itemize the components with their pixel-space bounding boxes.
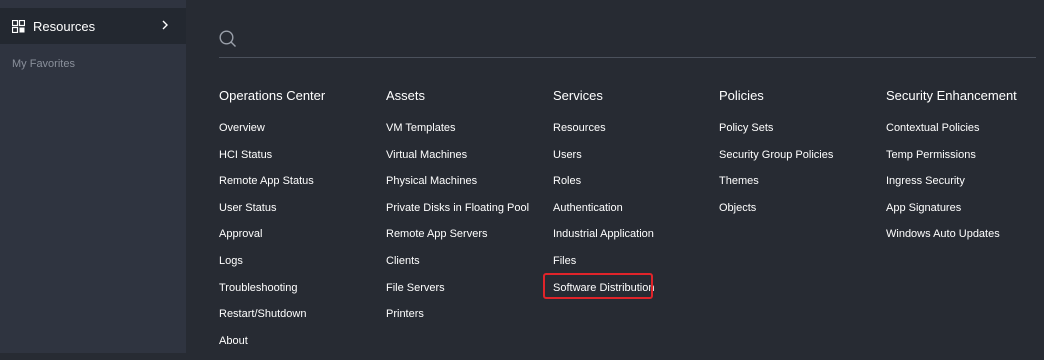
menu-list: Overview HCI Status Remote App Status Us… [219,121,314,360]
menu-item-policy-sets[interactable]: Policy Sets [719,121,833,148]
menu-item-remote-app-servers[interactable]: Remote App Servers [386,227,529,254]
menu-column-services: Services Resources Users Roles Authentic… [543,88,655,299]
menu-item-about[interactable]: About [219,334,314,360]
menu-item-software-distribution[interactable]: Software Distribution [543,272,655,308]
menu-item-virtual-machines[interactable]: Virtual Machines [386,148,529,175]
menu-item-objects[interactable]: Objects [719,201,833,228]
menu-item-app-signatures[interactable]: App Signatures [886,201,1000,228]
menu-item-hci-status[interactable]: HCI Status [219,148,314,175]
menu-item-logs[interactable]: Logs [219,254,314,281]
sidebar: Resources My Favorites [0,0,186,353]
menu-item-roles[interactable]: Roles [553,174,655,201]
column-title: Services [553,88,603,103]
highlight-box [543,272,653,299]
column-title: Policies [719,88,764,103]
menu-column-policies: Policies Policy Sets Security Group Poli… [719,88,833,214]
sidebar-item-resources[interactable]: Resources [0,8,186,44]
menu-item-overview[interactable]: Overview [219,121,314,148]
menu-column-assets: Assets VM Templates Virtual Machines Phy… [386,88,529,320]
menu-column-security-enhancement: Security Enhancement Contextual Policies… [886,88,1017,240]
menu-list: Resources Users Roles Authentication Ind… [543,121,655,308]
menu-item-ingress-security[interactable]: Ingress Security [886,174,1000,201]
menu-item-remote-app-status[interactable]: Remote App Status [219,174,314,201]
menu-list: Contextual Policies Temp Permissions Ing… [886,121,1000,254]
search-bar [219,30,1036,58]
menu-item-contextual-policies[interactable]: Contextual Policies [886,121,1000,148]
menu-list: VM Templates Virtual Machines Physical M… [386,121,529,334]
menu-item-printers[interactable]: Printers [386,307,529,334]
menu-item-clients[interactable]: Clients [386,254,529,281]
menu-item-windows-auto-updates[interactable]: Windows Auto Updates [886,227,1000,254]
menu-item-troubleshooting[interactable]: Troubleshooting [219,281,314,308]
menu-item-private-disks[interactable]: Private Disks in Floating Pool [386,201,529,228]
menu-item-resources[interactable]: Resources [553,121,655,148]
column-title: Assets [386,88,426,103]
search-input[interactable] [247,30,1031,52]
menu-item-file-servers[interactable]: File Servers [386,281,529,308]
menu-item-users[interactable]: Users [553,148,655,175]
grid-icon [12,19,25,33]
menu-item-security-group-policies[interactable]: Security Group Policies [719,148,833,175]
menu-list: Policy Sets Security Group Policies Them… [719,121,833,227]
column-title: Security Enhancement [886,88,1017,103]
menu-item-vm-templates[interactable]: VM Templates [386,121,529,148]
my-favorites-label[interactable]: My Favorites [12,58,75,70]
menu-item-industrial-application[interactable]: Industrial Application [553,227,655,254]
column-title: Operations Center [219,88,326,103]
menu-item-temp-permissions[interactable]: Temp Permissions [886,148,1000,175]
menu-item-themes[interactable]: Themes [719,174,833,201]
menu-column-operations-center: Operations Center Overview HCI Status Re… [219,88,326,347]
menu-item-user-status[interactable]: User Status [219,201,314,228]
sidebar-item-label: Resources [33,18,96,34]
menu-item-physical-machines[interactable]: Physical Machines [386,174,529,201]
menu-item-restart-shutdown[interactable]: Restart/Shutdown [219,307,314,334]
chevron-right-icon[interactable] [160,18,170,32]
menu-item-approval[interactable]: Approval [219,227,314,254]
menu-item-authentication[interactable]: Authentication [553,201,655,228]
search-icon[interactable] [219,30,237,48]
